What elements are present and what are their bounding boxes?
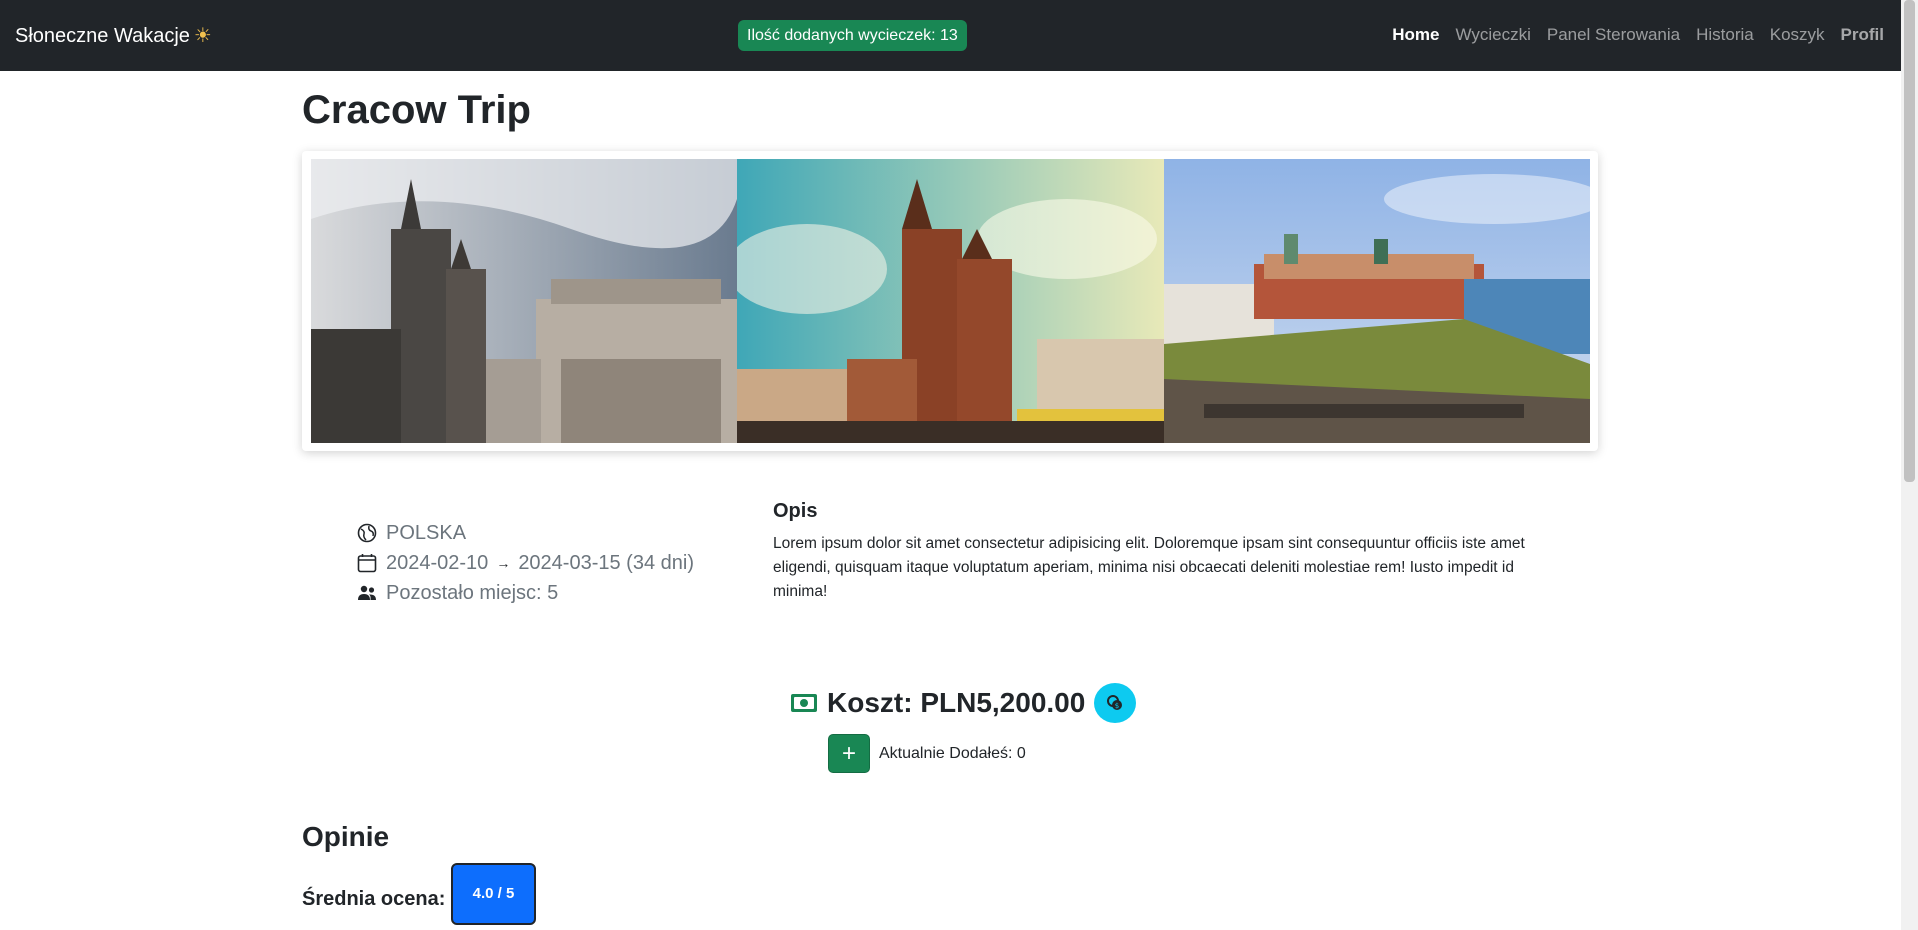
description-section: Opis Lorem ipsum dolor sit amet consecte… <box>773 500 1533 604</box>
page-scrollbar[interactable] <box>1901 0 1918 930</box>
country-row: POLSKA <box>357 518 694 548</box>
price-row: Koszt: PLN5,200.00 $ <box>790 683 1137 723</box>
cash-icon <box>791 694 817 712</box>
sun-icon: ☀ <box>193 25 212 47</box>
globe-icon <box>357 523 377 543</box>
nav-link-history[interactable]: Historia <box>1696 25 1754 45</box>
people-icon <box>357 583 377 603</box>
nav-link-cart[interactable]: Koszyk <box>1770 25 1825 45</box>
description-text: Lorem ipsum dolor sit amet consectetur a… <box>773 535 1525 600</box>
currency-convert-button[interactable]: $ <box>1094 683 1137 723</box>
price-text: Koszt: PLN5,200.00 <box>827 687 1086 718</box>
trips-count-badge: Ilość dodanych wycieczek: 13 <box>738 20 967 51</box>
country-text: POLSKA <box>386 521 467 544</box>
nav-links: Home Wycieczki Panel Sterowania Historia… <box>1392 25 1884 45</box>
coins-icon: $ <box>1107 695 1123 710</box>
add-to-cart-button[interactable]: + <box>828 734 870 773</box>
scrollbar-thumb[interactable] <box>1904 0 1915 482</box>
trip-photo-wawel-castle[interactable] <box>1164 159 1590 443</box>
svg-text:$: $ <box>1115 702 1119 710</box>
description-heading: Opis <box>773 500 818 522</box>
arrow-right-icon: → <box>496 555 511 571</box>
nav-link-trips[interactable]: Wycieczki <box>1455 25 1530 45</box>
dates-row: 2024-02-10 → 2024-03-15 (34 dni) <box>357 548 694 578</box>
nav-link-control-panel[interactable]: Panel Sterowania <box>1547 25 1680 45</box>
seats-row: Pozostało miejsc: 5 <box>357 578 694 608</box>
page-title: Cracow Trip <box>302 88 531 132</box>
average-rating-label: Średnia ocena: <box>302 888 446 910</box>
trip-photo-st-mary-basilica[interactable] <box>737 159 1164 443</box>
added-count-text: Aktualnie Dodałeś: 0 <box>879 744 1026 762</box>
calendar-icon <box>357 553 377 573</box>
brand-name: Słoneczne Wakacje <box>15 25 190 47</box>
nav-link-profile[interactable]: Profil <box>1841 25 1884 45</box>
add-to-cart-row: + Aktualnie Dodałeś: 0 <box>828 734 1026 773</box>
nav-link-home[interactable]: Home <box>1392 25 1439 45</box>
top-navbar: Słoneczne Wakacje ☀ Ilość dodanych wyciec… <box>0 0 1918 71</box>
trip-info: POLSKA 2024-02-10 → 2024-03-15 (34 dni) … <box>357 518 694 608</box>
trip-photo-gallery <box>302 151 1598 451</box>
brand-link[interactable]: Słoneczne Wakacje ☀ <box>15 23 212 48</box>
seats-left-text: Pozostało miejsc: 5 <box>386 581 559 604</box>
date-start: 2024-02-10 <box>386 551 489 574</box>
reviews-heading: Opinie <box>302 821 390 852</box>
date-end: 2024-03-15 (34 dni) <box>518 551 694 574</box>
trip-photo-market-square[interactable] <box>311 159 737 443</box>
average-rating-badge[interactable]: 4.0 / 5 <box>451 863 536 925</box>
